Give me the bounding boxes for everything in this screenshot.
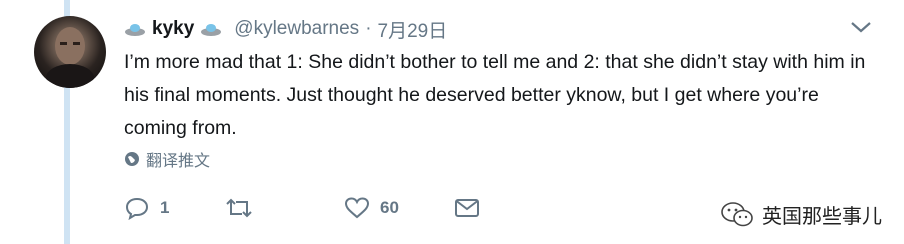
message-icon xyxy=(455,199,479,217)
flying-saucer-icon xyxy=(201,24,222,36)
direct-message-button[interactable] xyxy=(454,197,480,219)
reply-icon xyxy=(125,197,149,220)
tweet-header: kyky @kylewbarnes · 7月29日 xyxy=(124,14,447,44)
wechat-icon xyxy=(721,201,753,226)
chevron-down-icon[interactable] xyxy=(850,20,872,34)
tweet-date[interactable]: 7月29日 xyxy=(378,16,448,43)
reply-button[interactable]: 1 xyxy=(124,196,224,220)
reply-count: 1 xyxy=(160,198,170,217)
separator-dot: · xyxy=(365,18,372,39)
display-name[interactable]: kyky xyxy=(152,18,194,40)
flying-saucer-icon xyxy=(125,24,145,36)
like-button[interactable]: 60 xyxy=(344,196,454,220)
user-handle[interactable]: @kylewbarnes xyxy=(234,18,359,40)
translate-tweet-link[interactable]: 翻译推文 xyxy=(124,148,210,170)
avatar[interactable] xyxy=(34,16,106,88)
globe-icon xyxy=(125,152,139,166)
retweet-icon xyxy=(226,198,252,218)
watermark-label: 英国那些事儿 xyxy=(762,206,882,228)
retweet-button[interactable] xyxy=(224,196,344,220)
watermark: 英国那些事儿 xyxy=(720,200,882,229)
tweet-text: I’m more mad that 1: She didn’t bother t… xyxy=(124,51,866,139)
like-count: 60 xyxy=(380,198,399,217)
avatar-image xyxy=(46,27,94,88)
like-icon xyxy=(344,197,370,219)
action-bar: 1 60 xyxy=(124,194,480,222)
translate-label: 翻译推文 xyxy=(146,153,211,170)
